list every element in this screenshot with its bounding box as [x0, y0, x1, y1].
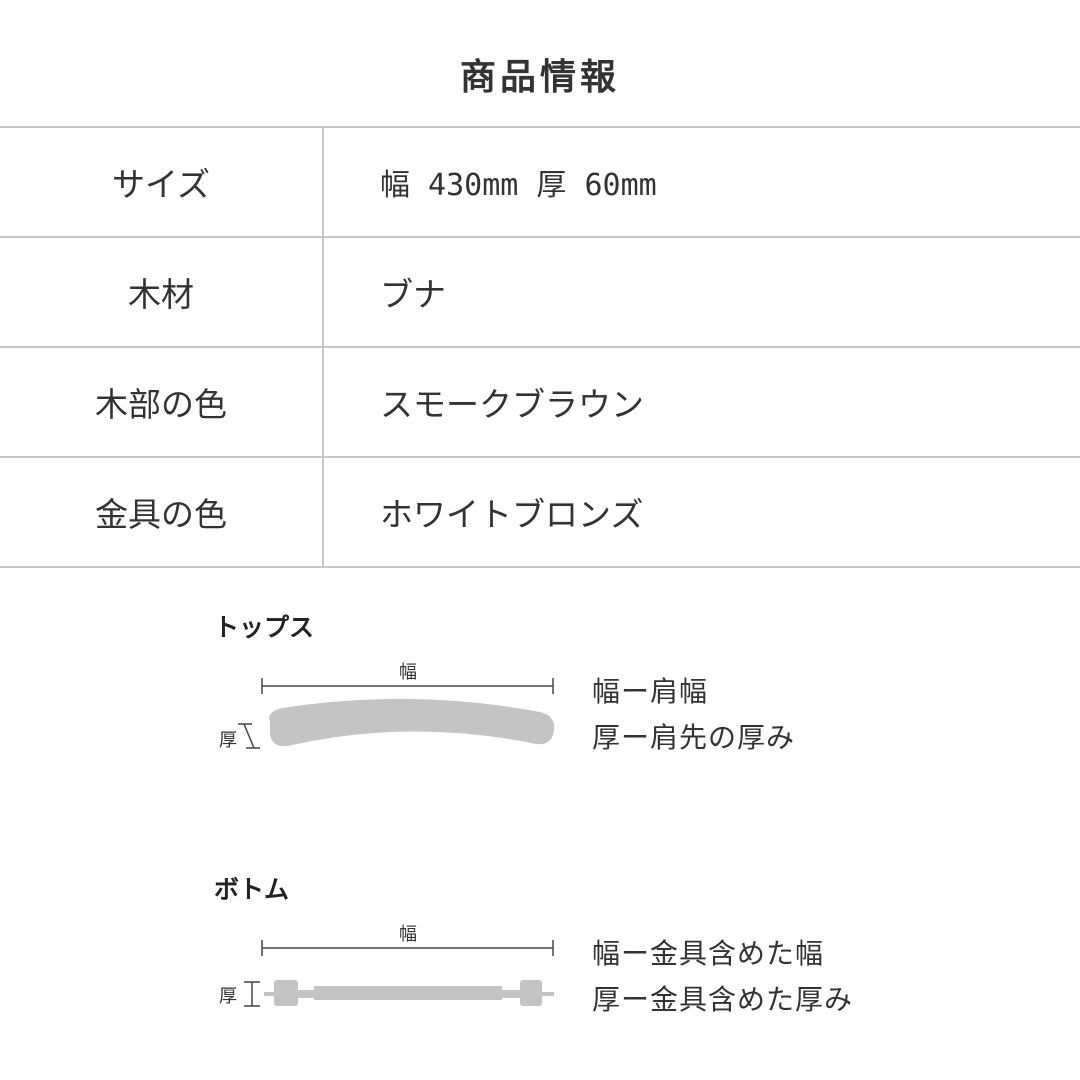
tops-width-mark: 幅 [399, 662, 417, 683]
tops-hanger-illustration: 幅 厚 [219, 662, 555, 751]
spec-row-wood: 木材 ブナ [0, 238, 1080, 348]
spec-row-metal-color: 金具の色 ホワイトブロンズ [0, 458, 1080, 568]
spec-value: ホワイトブロンズ [380, 495, 644, 534]
spec-row-size: サイズ 幅 430mm 厚 60mm [0, 128, 1080, 238]
page-title: 商品情報 [459, 57, 620, 98]
bottoms-clip-joint-left [298, 990, 314, 998]
spec-value: スモークブラウン [380, 385, 644, 424]
bottoms-thick-mark: 厚 [219, 986, 237, 1007]
spec-table: サイズ 幅 430mm 厚 60mm 木材 ブナ 木部の色 スモークブラウン 金… [0, 126, 1080, 568]
bottoms-clip-right [520, 980, 542, 1006]
spec-label: 木材 [0, 238, 324, 346]
bottoms-hanger-illustration: 幅 厚 [219, 924, 554, 1007]
bottoms-legend-width: 幅ー金具含めた幅 [592, 937, 825, 970]
spec-label: サイズ [0, 128, 324, 236]
tops-thick-mark: 厚 [219, 730, 237, 751]
bottoms-clip-joint-right [502, 990, 520, 998]
spec-value: 幅 430mm 厚 60mm [380, 168, 657, 203]
tops-thick-dimension-line [243, 723, 255, 749]
bottoms-bar [314, 986, 502, 1000]
spec-value: ブナ [380, 275, 446, 314]
bottoms-bar-end-right [540, 992, 554, 996]
tops-diagram: トップス 幅 厚 幅ー肩幅 厚ー肩先の厚み [0, 600, 1080, 800]
bottoms-width-mark: 幅 [399, 924, 417, 945]
bottoms-legend-thickness: 厚ー金具含めた厚み [592, 983, 854, 1016]
bottoms-diagram: ボトム 幅 厚 幅ー金具含めた幅 厚ー金具含めた厚み [0, 862, 1080, 1062]
spec-label: 木部の色 [0, 348, 324, 456]
spec-label: 金具の色 [0, 458, 324, 566]
bottoms-clip-left [274, 980, 298, 1006]
tops-legend-thickness: 厚ー肩先の厚み [592, 721, 796, 754]
tops-hanger-shape [269, 698, 555, 747]
tops-legend-width: 幅ー肩幅 [592, 675, 709, 708]
spec-row-wood-color: 木部の色 スモークブラウン [0, 348, 1080, 458]
